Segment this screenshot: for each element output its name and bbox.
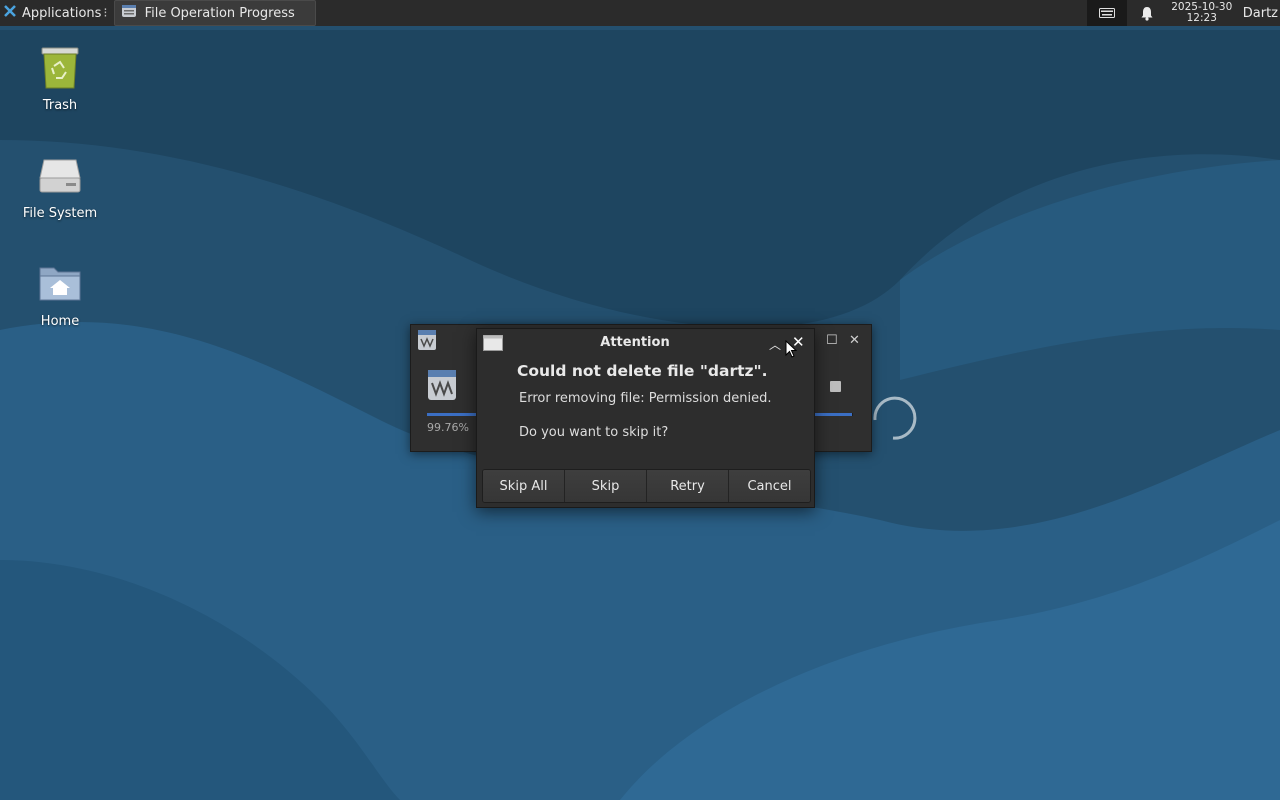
clock-time: 12:23 — [1186, 12, 1217, 24]
cancel-button[interactable]: Cancel — [729, 470, 810, 502]
chevron-up-icon[interactable]: ︿ — [769, 336, 781, 353]
stop-button[interactable] — [830, 381, 841, 392]
applications-label: Applications — [22, 5, 102, 21]
home-folder-icon — [36, 260, 84, 308]
skip-button[interactable]: Skip — [565, 470, 647, 502]
file-operation-icon — [121, 3, 137, 23]
keyboard-icon — [1098, 8, 1115, 18]
desktop-icon-label: Trash — [42, 98, 78, 113]
clock[interactable]: 2025-10-30 12:23 — [1167, 2, 1237, 24]
desktop-icon-home[interactable]: Home — [10, 260, 110, 329]
bell-icon — [1141, 6, 1153, 21]
applications-menu-button[interactable]: Applications ⁝ — [0, 0, 112, 26]
retry-button[interactable]: Retry — [647, 470, 729, 502]
dialog-button-bar: Skip All Skip Retry Cancel — [482, 469, 811, 503]
notifications-button[interactable] — [1127, 0, 1167, 26]
progress-percent: 99.76% — [427, 421, 469, 434]
drive-icon — [36, 152, 84, 200]
keyboard-layout-button[interactable] — [1086, 0, 1127, 26]
error-detail: Error removing file: Permission denied. — [519, 391, 772, 406]
user-menu[interactable]: Dartz — [1243, 6, 1278, 21]
trash-icon — [36, 44, 84, 92]
maximize-button[interactable]: ☐ — [826, 333, 838, 348]
xfce-logo-icon — [2, 3, 18, 23]
desktop-icon-label: File System — [22, 206, 98, 221]
desktop-icon-file-system[interactable]: File System — [10, 152, 110, 221]
panel-tray: 2025-10-30 12:23 Dartz — [1086, 0, 1280, 26]
taskbar-item-file-operation-progress[interactable]: File Operation Progress — [113, 0, 316, 26]
dialog-title: Attention — [600, 335, 670, 350]
dialog-titlebar[interactable]: Attention ︿ ✕ — [477, 329, 814, 357]
skip-question: Do you want to skip it? — [519, 425, 669, 440]
close-button[interactable]: ✕ — [849, 333, 860, 348]
attention-dialog: Attention ︿ ✕ Could not delete file "dar… — [476, 328, 815, 508]
delete-operation-icon — [427, 369, 457, 405]
desktop-icon-label: Home — [40, 314, 80, 329]
file-operation-window-icon — [417, 329, 437, 355]
error-heading: Could not delete file "dartz". — [517, 362, 768, 380]
panel-separator: ⁝ — [103, 5, 108, 21]
taskbar-item-label: File Operation Progress — [144, 5, 295, 21]
mouse-cursor-icon — [785, 339, 798, 362]
desktop-icon-trash[interactable]: Trash — [10, 44, 110, 113]
skip-all-button[interactable]: Skip All — [483, 470, 565, 502]
top-panel: Applications ⁝ File Operation Progress 2… — [0, 0, 1280, 26]
